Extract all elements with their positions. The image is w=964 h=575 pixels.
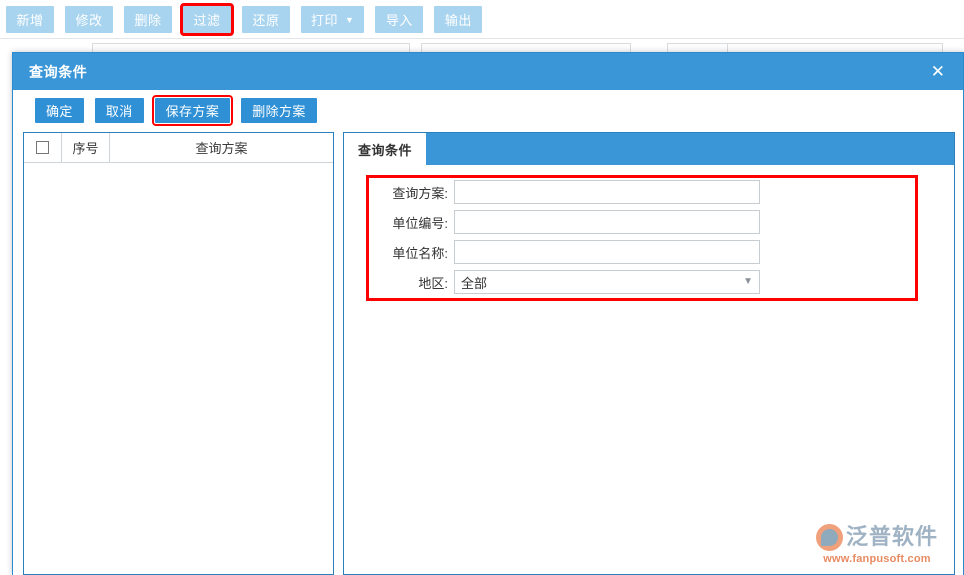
export-button[interactable]: 输出 bbox=[434, 6, 482, 33]
region-select-label: 地区: bbox=[376, 273, 454, 292]
unit-name-field-row: 单位名称: bbox=[344, 237, 954, 267]
plan-name-header-cell: 查询方案 bbox=[110, 133, 333, 162]
query-plan-grid-rows[interactable] bbox=[24, 163, 333, 574]
select-all-checkbox[interactable] bbox=[36, 141, 49, 154]
import-button[interactable]: 导入 bbox=[375, 6, 423, 33]
add-button[interactable]: 新增 bbox=[6, 6, 54, 33]
unit-name-field-label: 单位名称: bbox=[376, 243, 454, 262]
filter-button[interactable]: 过滤 bbox=[183, 6, 231, 33]
unit-code-field-label: 单位编号: bbox=[376, 213, 454, 232]
region-select-row: 地区: 全部 ▼ bbox=[344, 267, 954, 297]
button-label: 还原 bbox=[252, 10, 279, 29]
dialog-title: 查询条件 bbox=[29, 62, 87, 82]
select-all-header-cell bbox=[24, 133, 62, 162]
query-condition-panel: 查询条件 查询方案: 单位编号: 单位名称: 地区: 全部 ▼ bbox=[343, 132, 955, 575]
button-label: 导入 bbox=[386, 10, 413, 29]
chevron-down-icon: ▼ bbox=[345, 16, 354, 25]
index-header-cell: 序号 bbox=[62, 133, 110, 162]
query-condition-form: 查询方案: 单位编号: 单位名称: 地区: 全部 ▼ bbox=[344, 165, 954, 297]
query-conditions-dialog: 查询条件 ✕ 确定取消保存方案删除方案 序号 查询方案 查询条件 查询方案: 单位… bbox=[12, 52, 964, 575]
delete-button[interactable]: 删除 bbox=[124, 6, 172, 33]
close-icon[interactable]: ✕ bbox=[927, 61, 949, 82]
query-plan-field-label: 查询方案: bbox=[376, 183, 454, 202]
region-select[interactable]: 全部 ▼ bbox=[454, 270, 760, 294]
delete-plan-button[interactable]: 删除方案 bbox=[241, 98, 317, 123]
query-plan-field[interactable] bbox=[454, 180, 760, 204]
cancel-button[interactable]: 取消 bbox=[95, 98, 144, 123]
dialog-body: 序号 查询方案 查询条件 查询方案: 单位编号: 单位名称: 地区: 全部 ▼ bbox=[13, 130, 963, 575]
dialog-toolbar: 确定取消保存方案删除方案 bbox=[13, 90, 963, 130]
main-toolbar: 新增 修改 删除 过滤 还原 打印 ▼ 导入 输出 bbox=[0, 0, 964, 38]
query-plan-panel: 序号 查询方案 bbox=[23, 132, 334, 575]
confirm-button[interactable]: 确定 bbox=[35, 98, 84, 123]
button-label: 新增 bbox=[16, 10, 43, 29]
button-label: 输出 bbox=[445, 10, 472, 29]
edit-button[interactable]: 修改 bbox=[65, 6, 113, 33]
restore-button[interactable]: 还原 bbox=[242, 6, 290, 33]
query-plan-field-row: 查询方案: bbox=[344, 177, 954, 207]
button-label: 打印 bbox=[311, 10, 338, 29]
chevron-down-icon[interactable]: ▼ bbox=[743, 277, 753, 287]
dialog-titlebar: 查询条件 ✕ bbox=[13, 53, 963, 90]
button-label: 删除 bbox=[134, 10, 161, 29]
unit-code-field[interactable] bbox=[454, 210, 760, 234]
button-label: 修改 bbox=[75, 10, 102, 29]
region-select-value: 全部 bbox=[461, 273, 487, 292]
unit-code-field-row: 单位编号: bbox=[344, 207, 954, 237]
save-plan-button[interactable]: 保存方案 bbox=[155, 98, 231, 123]
tabstrip: 查询条件 bbox=[344, 133, 954, 165]
unit-name-field[interactable] bbox=[454, 240, 760, 264]
tab-query-conditions[interactable]: 查询条件 bbox=[344, 133, 426, 165]
button-label: 过滤 bbox=[193, 10, 220, 29]
query-plan-grid-header: 序号 查询方案 bbox=[24, 133, 333, 163]
print-button[interactable]: 打印 ▼ bbox=[301, 6, 364, 33]
